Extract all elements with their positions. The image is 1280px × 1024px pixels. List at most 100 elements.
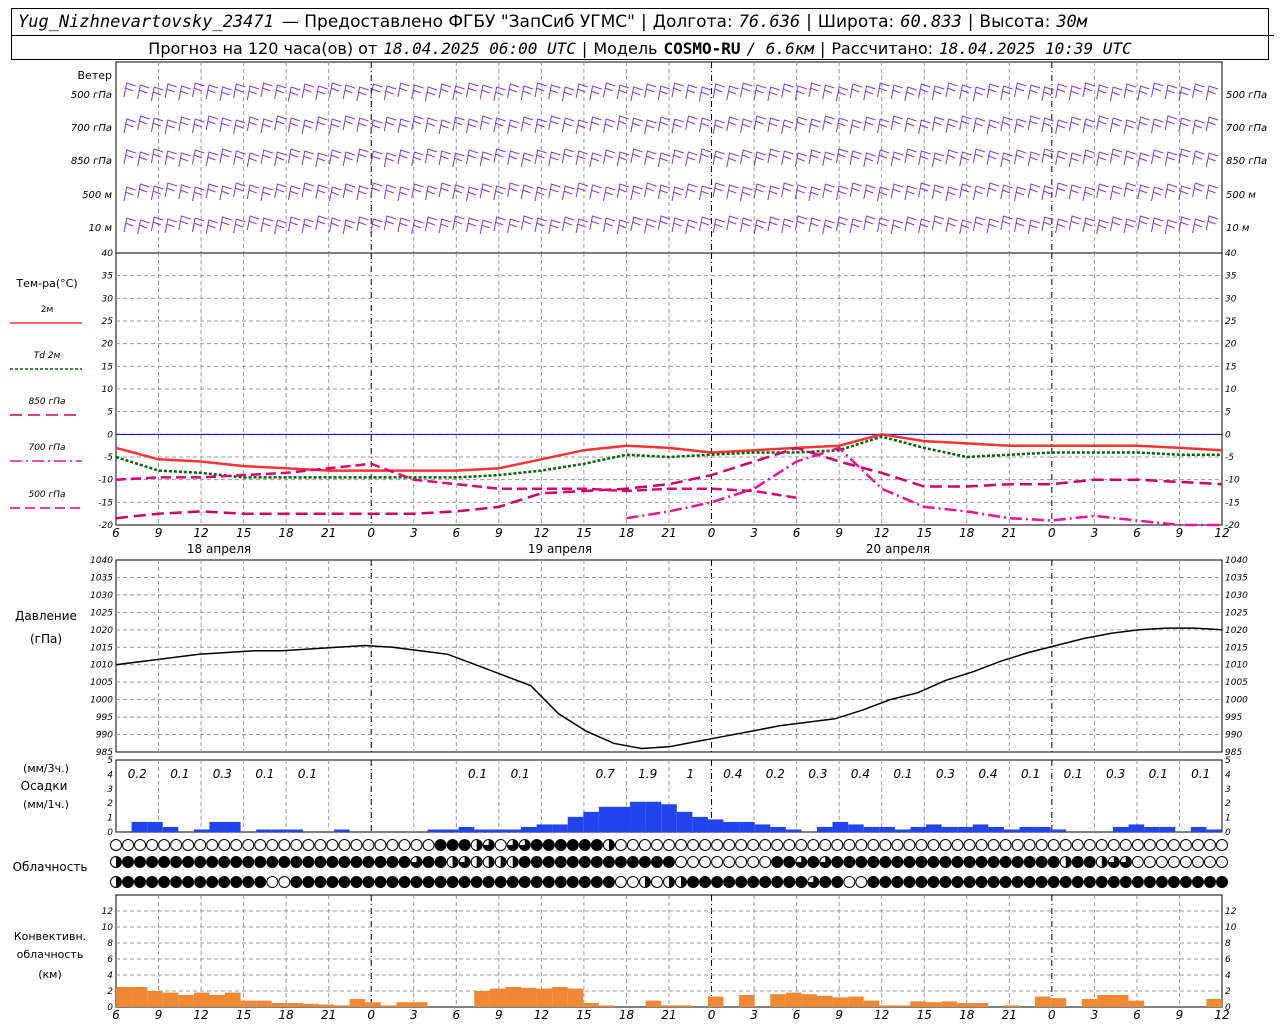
wind-barb <box>877 118 890 134</box>
wind-barb <box>561 185 575 201</box>
cloud-circle <box>675 856 688 868</box>
cloud-circle <box>626 839 639 851</box>
wind-barb <box>726 215 739 231</box>
cloud-circle <box>314 876 327 888</box>
wind-barb <box>1192 83 1205 99</box>
wind-barb <box>479 84 493 100</box>
cloud-circle <box>266 856 279 868</box>
temp-x-tick: 6 <box>1133 526 1141 540</box>
wind-barb <box>575 218 588 234</box>
wind-barb <box>1055 83 1068 99</box>
cloud-circle <box>266 839 279 851</box>
wind-barb <box>493 185 506 201</box>
wind-barb <box>150 185 164 201</box>
precip-bar <box>521 826 537 832</box>
wind-barb <box>548 115 561 131</box>
precip-3h-label: 0.1 <box>893 767 912 781</box>
conv-title-2: облачность <box>17 948 84 961</box>
cloud-circle <box>975 839 988 851</box>
wind-barb <box>260 118 273 134</box>
cloud-circle <box>626 876 639 888</box>
conv-x-tick: 18 <box>279 1008 295 1022</box>
cloud-circle <box>1071 839 1084 851</box>
cloud-circle <box>206 876 219 888</box>
cloud-circle <box>771 839 784 851</box>
temp-legend-label: 700 гПа <box>28 443 65 453</box>
wind-barb <box>342 151 356 167</box>
wind-barb <box>452 116 465 132</box>
conv-bar <box>256 1000 272 1007</box>
pressure-tick-left: 1000 <box>90 696 113 706</box>
cloud-circle <box>807 839 820 851</box>
cloud-circle <box>482 876 495 888</box>
cloud-circle-fill <box>116 856 122 868</box>
temp-tick-right: 10 <box>1225 385 1237 395</box>
precip-3h-label: 0.7 <box>596 767 615 781</box>
wind-barb <box>1082 118 1095 134</box>
temp-tick-right: -10 <box>1225 476 1240 486</box>
wind-level-label-right: 850 гПа <box>1226 156 1267 167</box>
wind-barb <box>863 184 876 200</box>
wind-barb <box>1164 84 1178 100</box>
precip-bar <box>536 824 553 832</box>
cloud-circle <box>1047 876 1060 888</box>
temp-x-tick: 21 <box>661 526 676 540</box>
wind-barb <box>164 83 178 99</box>
cloud-circle <box>542 856 555 868</box>
wind-barb <box>164 218 177 234</box>
wind-barb <box>712 182 726 198</box>
precip-3h-label: 1 <box>686 767 694 781</box>
wind-barb <box>274 84 287 100</box>
cloud-circle <box>422 876 435 888</box>
cloud-circle <box>134 876 147 888</box>
wind-barb <box>1082 217 1095 233</box>
wind-barb <box>438 150 451 166</box>
wind-barb <box>740 82 753 98</box>
wind-barb <box>712 150 725 166</box>
temp-tick-right: 25 <box>1225 317 1237 327</box>
precip-3h-label: 1.9 <box>638 767 657 781</box>
wind-barb <box>1082 149 1095 165</box>
conv-bar <box>661 1005 677 1007</box>
wind-barb <box>342 115 356 131</box>
precip-bar <box>1003 829 1020 832</box>
cloud-circle <box>242 856 255 868</box>
wind-barb <box>822 183 835 199</box>
cloud-circle <box>434 839 447 851</box>
cloud-circle <box>699 856 712 868</box>
wind-barb <box>1027 183 1041 199</box>
wind-barb <box>274 219 287 235</box>
wind-barb <box>767 86 780 102</box>
wind-barb <box>1205 184 1219 200</box>
cloud-circle <box>590 856 603 868</box>
temp-tick-left: 15 <box>102 362 114 372</box>
precip-tick-left: 0 <box>107 828 113 838</box>
wind-barb <box>753 84 767 100</box>
wind-barb <box>904 216 917 232</box>
date-label: 18 апреля <box>187 542 251 556</box>
cloud-circle <box>1203 856 1216 868</box>
cloud-circle <box>458 839 471 851</box>
cloud-circle <box>170 876 183 888</box>
wind-barb <box>589 116 602 132</box>
cloud-circle-fill <box>608 839 615 851</box>
temp-x-tick: 21 <box>321 526 336 540</box>
wind-barb <box>685 183 698 199</box>
cloud-circle <box>1047 856 1060 868</box>
conv-tick-left: 4 <box>107 971 113 981</box>
wind-barb <box>781 119 794 135</box>
cloud-circle <box>1059 876 1072 888</box>
cloud-circle <box>110 839 122 851</box>
cloud-circle <box>362 839 375 851</box>
wind-barb <box>178 152 191 168</box>
wind-barb <box>904 117 917 133</box>
wind-barb <box>972 185 986 201</box>
wind-barb <box>438 119 452 135</box>
wind-barb <box>1014 217 1027 233</box>
wind-barb <box>397 186 410 202</box>
precip-bar <box>131 821 148 832</box>
wind-barb <box>767 216 780 232</box>
wind-barb <box>452 152 465 168</box>
wind-barb <box>466 82 479 98</box>
cloud-circle <box>807 856 820 868</box>
